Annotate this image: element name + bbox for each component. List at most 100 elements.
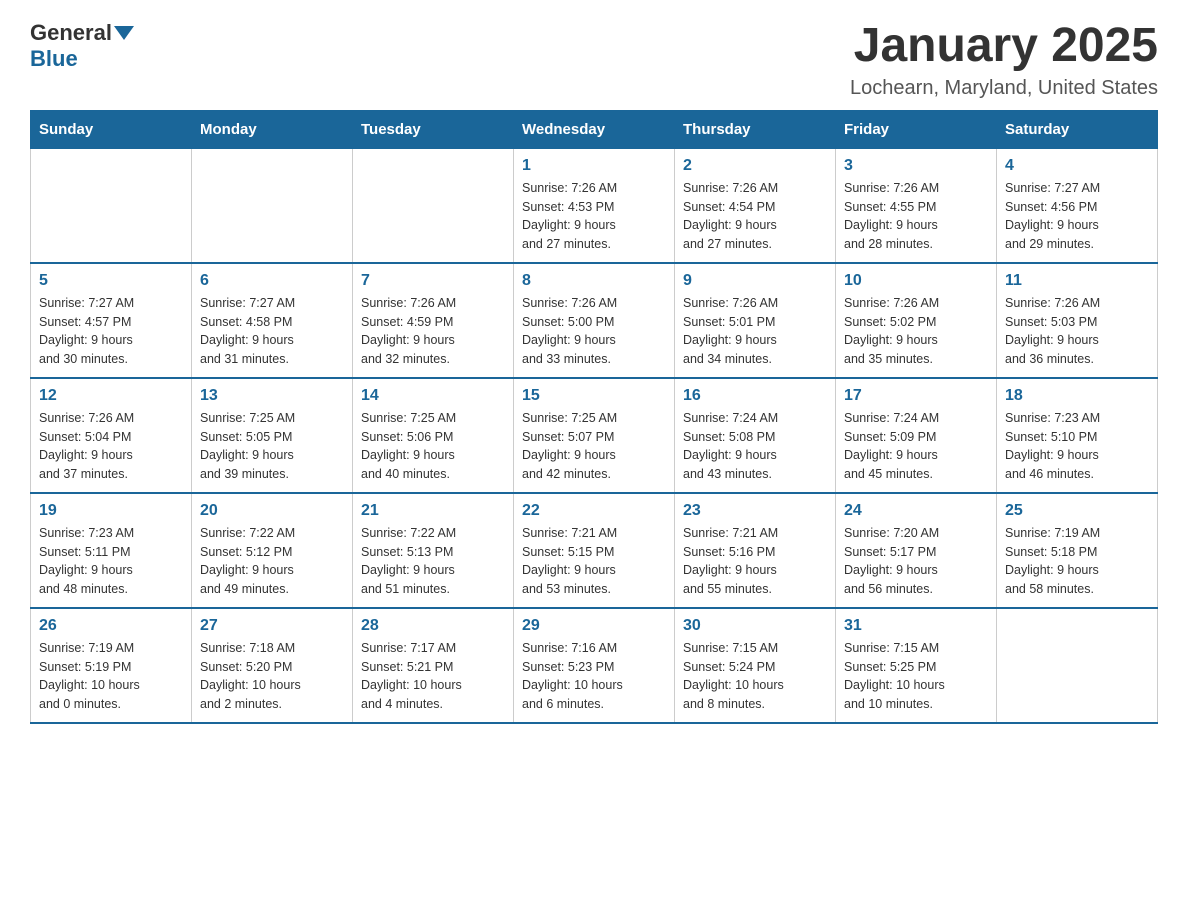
calendar-cell [353, 148, 514, 263]
day-info: Sunrise: 7:20 AMSunset: 5:17 PMDaylight:… [844, 524, 988, 599]
header-friday: Friday [836, 110, 997, 148]
day-info: Sunrise: 7:26 AMSunset: 4:55 PMDaylight:… [844, 179, 988, 254]
calendar-cell: 20Sunrise: 7:22 AMSunset: 5:12 PMDayligh… [192, 493, 353, 608]
calendar-cell: 18 Sunrise: 7:23 AMSunset: 5:10 PMDayligh… [997, 378, 1158, 493]
day-number: 29 [522, 617, 666, 635]
day-number: 14 [361, 387, 505, 405]
day-info: Sunrise: 7:21 AMSunset: 5:16 PMDaylight:… [683, 524, 827, 599]
day-number: 10 [844, 272, 988, 290]
day-info: Sunrise: 7:19 AMSunset: 5:19 PMDaylight:… [39, 639, 183, 714]
title-section: January 2025 Lochearn, Maryland, United … [850, 20, 1158, 100]
calendar-cell: 11 Sunrise: 7:26 AMSunset: 5:03 PMDayligh… [997, 263, 1158, 378]
logo-general-text: General [30, 20, 112, 46]
calendar-header-row: Sunday Monday Tuesday Wednesday Thursday… [31, 110, 1158, 148]
day-info: Sunrise: 7:25 AMSunset: 5:07 PMDaylight:… [522, 409, 666, 484]
calendar-title: January 2025 [850, 20, 1158, 73]
day-info: Sunrise: 7:19 AMSunset: 5:18 PMDaylight:… [1005, 524, 1149, 599]
day-info: Sunrise: 7:26 AMSunset: 4:59 PMDaylight:… [361, 294, 505, 369]
logo-arrow-icon [114, 26, 134, 40]
header-tuesday: Tuesday [353, 110, 514, 148]
calendar-cell [192, 148, 353, 263]
calendar-cell: 29 Sunrise: 7:16 AMSunset: 5:23 PMDayligh… [514, 608, 675, 723]
day-info: Sunrise: 7:26 AMSunset: 5:02 PMDaylight:… [844, 294, 988, 369]
day-info: Sunrise: 7:26 AMSunset: 5:03 PMDaylight:… [1005, 294, 1149, 369]
calendar-table: Sunday Monday Tuesday Wednesday Thursday… [30, 110, 1158, 724]
day-info: Sunrise: 7:26 AMSunset: 4:54 PMDaylight:… [683, 179, 827, 254]
calendar-cell: 26 Sunrise: 7:19 AMSunset: 5:19 PMDayligh… [31, 608, 192, 723]
header-thursday: Thursday [675, 110, 836, 148]
day-number: 23 [683, 502, 827, 520]
day-info: Sunrise: 7:24 AMSunset: 5:09 PMDaylight:… [844, 409, 988, 484]
calendar-week-row: 12 Sunrise: 7:26 AMSunset: 5:04 PMDayligh… [31, 378, 1158, 493]
day-number: 3 [844, 157, 988, 175]
day-number: 26 [39, 617, 183, 635]
day-number: 8 [522, 272, 666, 290]
header-sunday: Sunday [31, 110, 192, 148]
day-info: Sunrise: 7:16 AMSunset: 5:23 PMDaylight:… [522, 639, 666, 714]
day-info: Sunrise: 7:18 AMSunset: 5:20 PMDaylight:… [200, 639, 344, 714]
day-number: 25 [1005, 502, 1149, 520]
day-info: Sunrise: 7:27 AMSunset: 4:58 PMDaylight:… [200, 294, 344, 369]
day-info: Sunrise: 7:26 AMSunset: 5:00 PMDaylight:… [522, 294, 666, 369]
day-number: 18 [1005, 387, 1149, 405]
calendar-cell: 19 Sunrise: 7:23 AMSunset: 5:11 PMDayligh… [31, 493, 192, 608]
day-info: Sunrise: 7:23 AMSunset: 5:11 PMDaylight:… [39, 524, 183, 599]
calendar-cell: 15 Sunrise: 7:25 AMSunset: 5:07 PMDayligh… [514, 378, 675, 493]
day-number: 31 [844, 617, 988, 635]
calendar-week-row: 19 Sunrise: 7:23 AMSunset: 5:11 PMDayligh… [31, 493, 1158, 608]
day-info: Sunrise: 7:26 AMSunset: 4:53 PMDaylight:… [522, 179, 666, 254]
calendar-cell: 13 Sunrise: 7:25 AMSunset: 5:05 PMDayligh… [192, 378, 353, 493]
day-info: Sunrise: 7:25 AMSunset: 5:05 PMDaylight:… [200, 409, 344, 484]
calendar-cell: 7 Sunrise: 7:26 AMSunset: 4:59 PMDaylight… [353, 263, 514, 378]
calendar-cell [31, 148, 192, 263]
day-number: 30 [683, 617, 827, 635]
day-number: 19 [39, 502, 183, 520]
day-number: 9 [683, 272, 827, 290]
day-number: 21 [361, 502, 505, 520]
logo: General Blue [30, 20, 136, 72]
calendar-cell: 31Sunrise: 7:15 AMSunset: 5:25 PMDayligh… [836, 608, 997, 723]
day-number: 2 [683, 157, 827, 175]
calendar-cell: 16Sunrise: 7:24 AMSunset: 5:08 PMDayligh… [675, 378, 836, 493]
day-info: Sunrise: 7:27 AMSunset: 4:57 PMDaylight:… [39, 294, 183, 369]
day-info: Sunrise: 7:25 AMSunset: 5:06 PMDaylight:… [361, 409, 505, 484]
calendar-cell: 8 Sunrise: 7:26 AMSunset: 5:00 PMDaylight… [514, 263, 675, 378]
day-info: Sunrise: 7:26 AMSunset: 5:01 PMDaylight:… [683, 294, 827, 369]
header-wednesday: Wednesday [514, 110, 675, 148]
calendar-cell: 27Sunrise: 7:18 AMSunset: 5:20 PMDayligh… [192, 608, 353, 723]
day-info: Sunrise: 7:21 AMSunset: 5:15 PMDaylight:… [522, 524, 666, 599]
calendar-cell: 28Sunrise: 7:17 AMSunset: 5:21 PMDayligh… [353, 608, 514, 723]
calendar-cell: 17 Sunrise: 7:24 AMSunset: 5:09 PMDayligh… [836, 378, 997, 493]
day-number: 6 [200, 272, 344, 290]
calendar-cell: 25 Sunrise: 7:19 AMSunset: 5:18 PMDayligh… [997, 493, 1158, 608]
day-info: Sunrise: 7:15 AMSunset: 5:24 PMDaylight:… [683, 639, 827, 714]
day-number: 5 [39, 272, 183, 290]
day-number: 4 [1005, 157, 1149, 175]
calendar-week-row: 1Sunrise: 7:26 AMSunset: 4:53 PMDaylight… [31, 148, 1158, 263]
day-number: 24 [844, 502, 988, 520]
calendar-cell: 5 Sunrise: 7:27 AMSunset: 4:57 PMDaylight… [31, 263, 192, 378]
header-saturday: Saturday [997, 110, 1158, 148]
day-info: Sunrise: 7:23 AMSunset: 5:10 PMDaylight:… [1005, 409, 1149, 484]
calendar-cell: 22 Sunrise: 7:21 AMSunset: 5:15 PMDayligh… [514, 493, 675, 608]
day-number: 16 [683, 387, 827, 405]
day-number: 22 [522, 502, 666, 520]
day-number: 7 [361, 272, 505, 290]
day-number: 17 [844, 387, 988, 405]
calendar-week-row: 26 Sunrise: 7:19 AMSunset: 5:19 PMDayligh… [31, 608, 1158, 723]
calendar-cell: 14 Sunrise: 7:25 AMSunset: 5:06 PMDayligh… [353, 378, 514, 493]
logo-blue-text: Blue [30, 46, 78, 72]
header-monday: Monday [192, 110, 353, 148]
calendar-cell: 9 Sunrise: 7:26 AMSunset: 5:01 PMDaylight… [675, 263, 836, 378]
day-number: 11 [1005, 272, 1149, 290]
day-number: 12 [39, 387, 183, 405]
calendar-cell: 1Sunrise: 7:26 AMSunset: 4:53 PMDaylight… [514, 148, 675, 263]
day-number: 15 [522, 387, 666, 405]
day-info: Sunrise: 7:27 AMSunset: 4:56 PMDaylight:… [1005, 179, 1149, 254]
day-number: 28 [361, 617, 505, 635]
day-number: 13 [200, 387, 344, 405]
day-info: Sunrise: 7:26 AMSunset: 5:04 PMDaylight:… [39, 409, 183, 484]
calendar-cell [997, 608, 1158, 723]
calendar-week-row: 5 Sunrise: 7:27 AMSunset: 4:57 PMDaylight… [31, 263, 1158, 378]
calendar-cell: 3 Sunrise: 7:26 AMSunset: 4:55 PMDaylight… [836, 148, 997, 263]
